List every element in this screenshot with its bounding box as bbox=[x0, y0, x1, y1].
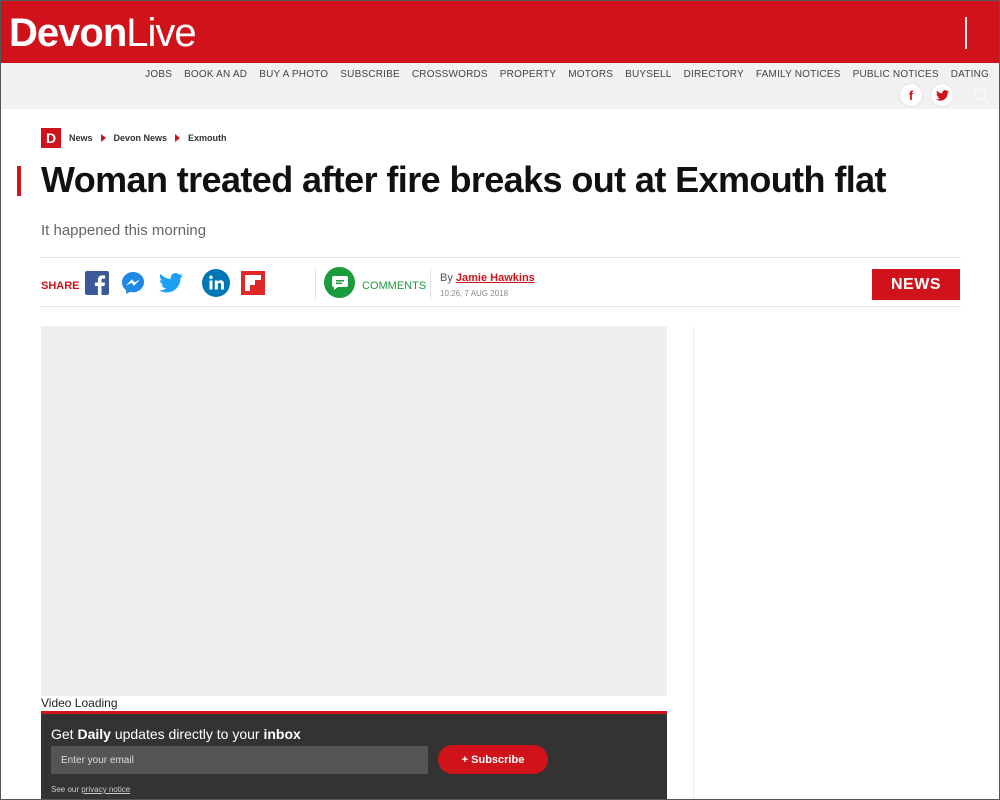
meta-separator bbox=[315, 268, 316, 300]
author-link[interactable]: Jamie Hawkins bbox=[456, 272, 535, 284]
facebook-icon: f bbox=[908, 87, 914, 103]
browser-frame: DevonLive JOBS BOOK AN AD BUY A PHOTO SU… bbox=[0, 0, 1000, 800]
site-header: DevonLive bbox=[1, 1, 999, 63]
util-link-buysell[interactable]: BUYSELL bbox=[619, 69, 677, 80]
article-subtitle: It happened this morning bbox=[41, 222, 207, 239]
newsletter-heading: Get Daily updates directly to your inbox bbox=[51, 726, 301, 742]
twitter-icon bbox=[159, 273, 183, 293]
comment-bubble-icon bbox=[331, 275, 348, 290]
facebook-share-button[interactable] bbox=[85, 271, 109, 295]
util-link-motors[interactable]: MOTORS bbox=[562, 69, 619, 80]
newsletter-signup: Get Daily updates directly to your inbox… bbox=[41, 711, 667, 799]
util-link-book-an-ad[interactable]: BOOK AN AD bbox=[178, 69, 253, 80]
newsletter-heading-inbox: inbox bbox=[263, 726, 301, 742]
publish-timestamp: 10:26, 7 AUG 2018 bbox=[440, 289, 509, 298]
facebook-icon bbox=[85, 271, 109, 295]
flipboard-share-button[interactable] bbox=[241, 271, 265, 295]
twitter-icon bbox=[935, 89, 949, 101]
breadcrumb-arrow-icon bbox=[100, 134, 106, 142]
article-container: D News Devon News Exmouth Woman treated … bbox=[17, 109, 985, 799]
newsletter-heading-prefix: Get bbox=[51, 726, 74, 742]
util-link-directory[interactable]: DIRECTORY bbox=[678, 69, 750, 80]
util-link-dating[interactable]: DATING bbox=[945, 69, 995, 80]
logo-text-bold: Devon bbox=[9, 11, 127, 55]
byline-prefix: By bbox=[440, 272, 453, 284]
breadcrumb-item-exmouth[interactable]: Exmouth bbox=[188, 133, 227, 143]
util-link-public-notices[interactable]: PUBLIC NOTICES bbox=[847, 69, 945, 80]
messenger-icon bbox=[122, 272, 144, 294]
newsletter-heading-middle: updates directly to your bbox=[114, 726, 260, 742]
site-logo[interactable]: DevonLive bbox=[9, 10, 197, 56]
util-link-buy-a-photo[interactable]: BUY A PHOTO bbox=[253, 69, 334, 80]
util-link-jobs[interactable]: JOBS bbox=[139, 69, 178, 80]
util-link-subscribe[interactable]: SUBSCRIBE bbox=[334, 69, 406, 80]
breadcrumb: D News Devon News Exmouth bbox=[41, 128, 227, 148]
byline: By Jamie Hawkins bbox=[440, 272, 535, 284]
messenger-share-button[interactable] bbox=[121, 271, 145, 295]
privacy-note-prefix: See our bbox=[51, 785, 80, 794]
utility-links: JOBS BOOK AN AD BUY A PHOTO SUBSCRIBE CR… bbox=[139, 69, 995, 80]
twitter-share-button[interactable] bbox=[159, 271, 183, 295]
util-link-family-notices[interactable]: FAMILY NOTICES bbox=[750, 69, 847, 80]
breadcrumb-arrow-icon bbox=[175, 134, 181, 142]
logo-text-light: Live bbox=[126, 11, 196, 55]
comments-label[interactable]: COMMENTS bbox=[362, 280, 426, 292]
subscribe-button[interactable]: + Subscribe bbox=[438, 745, 548, 774]
search-icon[interactable] bbox=[973, 87, 991, 105]
site-mini-logo[interactable]: D bbox=[41, 128, 61, 148]
util-link-property[interactable]: PROPERTY bbox=[494, 69, 562, 80]
share-label: SHARE bbox=[41, 280, 80, 292]
newsletter-heading-daily: Daily bbox=[77, 726, 111, 742]
video-player[interactable] bbox=[41, 326, 667, 696]
video-loading-text: Video Loading bbox=[41, 696, 118, 710]
meta-separator bbox=[430, 268, 431, 300]
flipboard-icon bbox=[241, 271, 265, 295]
linkedin-icon bbox=[202, 269, 230, 297]
privacy-notice-link[interactable]: privacy notice bbox=[81, 785, 130, 794]
title-accent-bar bbox=[17, 166, 21, 196]
header-divider bbox=[965, 17, 967, 49]
twitter-follow-button[interactable] bbox=[931, 84, 953, 106]
article-title: Woman treated after fire breaks out at E… bbox=[41, 159, 887, 200]
breadcrumb-item-news[interactable]: News bbox=[69, 133, 93, 143]
sidebar-divider bbox=[693, 326, 694, 799]
util-link-crosswords[interactable]: CROSSWORDS bbox=[406, 69, 494, 80]
privacy-note: See our privacy notice bbox=[51, 785, 130, 794]
linkedin-share-button[interactable] bbox=[202, 269, 230, 297]
facebook-follow-button[interactable]: f bbox=[900, 84, 922, 106]
email-input[interactable] bbox=[51, 746, 428, 774]
article-meta-bar: SHARE COMMENTS By Jamie Hawkins 10:26, 7… bbox=[41, 257, 961, 307]
breadcrumb-item-devon-news[interactable]: Devon News bbox=[114, 133, 168, 143]
comments-button[interactable] bbox=[324, 267, 355, 298]
utility-nav-bar: JOBS BOOK AN AD BUY A PHOTO SUBSCRIBE CR… bbox=[1, 63, 999, 109]
section-badge[interactable]: NEWS bbox=[872, 269, 960, 300]
